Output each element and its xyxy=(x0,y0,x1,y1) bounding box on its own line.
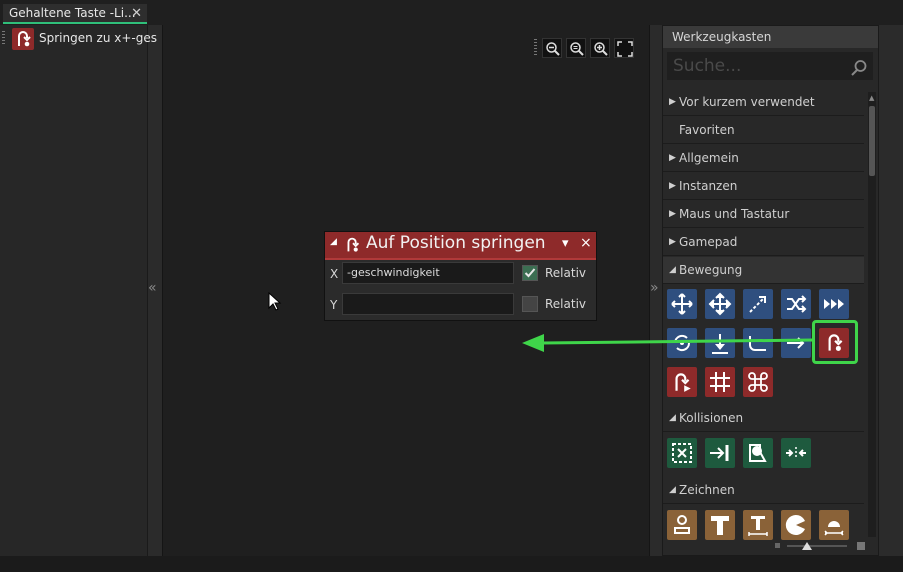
action-title: Auf Position springen xyxy=(366,233,546,253)
drag-grip-icon[interactable] xyxy=(2,31,5,45)
category-label: Gamepad xyxy=(679,235,738,249)
toolbox-panel: Werkzeugkasten Suche... ▶ Vor kurzem verw… xyxy=(662,25,879,556)
collision-icon[interactable] xyxy=(781,438,811,468)
draw-sprite-icon[interactable] xyxy=(819,510,849,540)
jump-to-position-icon xyxy=(343,234,363,260)
collapse-arrow-icon: ◢ xyxy=(669,265,676,275)
collapse-right-icon[interactable]: » xyxy=(650,280,659,296)
jump-to-position-action[interactable]: ◢ Auf Position springen ▾ × X -geschwind… xyxy=(324,231,597,321)
wrap-around-icon[interactable] xyxy=(743,367,773,397)
jump-to-start-icon[interactable] xyxy=(667,367,697,397)
check-collision-icon[interactable] xyxy=(743,438,773,468)
x-field[interactable]: -geschwindigkeit xyxy=(342,262,514,284)
category-label: Kollisionen xyxy=(679,411,744,425)
collapse-triangle-icon[interactable]: ◢ xyxy=(330,237,337,247)
y-relative-label: Relativ xyxy=(545,297,587,311)
category-label: Instanzen xyxy=(679,179,738,193)
zoom-slider[interactable] xyxy=(775,542,867,550)
category-label: Zeichnen xyxy=(679,483,735,497)
category-label: Allgemein xyxy=(679,151,739,165)
category-label: Favoriten xyxy=(679,123,735,137)
collapse-left-icon[interactable]: « xyxy=(148,280,157,296)
move-contact-icon[interactable] xyxy=(705,438,735,468)
category-gamepad[interactable]: ▶ Gamepad xyxy=(663,229,864,256)
tab-close-icon[interactable]: ✕ xyxy=(131,4,142,23)
x-label: X xyxy=(330,267,339,281)
expand-arrow-icon: ▶ xyxy=(669,237,676,247)
tab-event[interactable]: Gehaltene Taste -Li... ✕ xyxy=(3,4,147,24)
draw-pie-icon[interactable] xyxy=(781,510,811,540)
highlight-box xyxy=(812,320,858,364)
collapse-arrow-icon: ◢ xyxy=(669,485,676,495)
category-collisions[interactable]: ◢ Kollisionen xyxy=(663,405,864,432)
tab-bar: Gehaltene Taste -Li... ✕ xyxy=(0,0,903,25)
draw-text-scaled-icon[interactable] xyxy=(743,510,773,540)
snap-to-grid-icon[interactable] xyxy=(705,367,735,397)
path-icon[interactable] xyxy=(781,328,811,358)
move-towards-icon[interactable] xyxy=(743,289,773,319)
bounce-icon[interactable] xyxy=(743,328,773,358)
action-close-icon[interactable]: × xyxy=(580,235,592,251)
toolbar-grip-icon[interactable] xyxy=(534,39,537,55)
y-relative-checkbox[interactable] xyxy=(522,296,538,312)
category-favorites[interactable]: Favoriten xyxy=(663,117,864,144)
action-list-panel: Springen zu x+-ges xyxy=(0,25,157,556)
category-label: Bewegung xyxy=(679,263,743,277)
jump-to-position-icon xyxy=(12,28,34,50)
collapse-arrow-icon: ◢ xyxy=(669,413,676,423)
toolbox-search-input[interactable]: Suche... xyxy=(667,52,873,80)
fullscreen-icon[interactable] xyxy=(614,38,634,58)
category-mouse-keyboard[interactable]: ▶ Maus und Tastatur xyxy=(663,201,864,228)
checkmark-icon xyxy=(524,268,536,278)
expand-arrow-icon: ▶ xyxy=(669,181,676,191)
category-instances[interactable]: ▶ Instanzen xyxy=(663,173,864,200)
category-recent[interactable]: ▶ Vor kurzem verwendet xyxy=(663,89,864,116)
x-relative-checkbox[interactable] xyxy=(522,265,538,281)
check-empty-icon[interactable] xyxy=(667,438,697,468)
expand-arrow-icon: ▶ xyxy=(669,97,676,107)
zoom-reset-icon[interactable] xyxy=(566,38,586,58)
reverse-icon[interactable] xyxy=(667,328,697,358)
category-general[interactable]: ▶ Allgemein xyxy=(663,145,864,172)
status-strip xyxy=(0,556,903,572)
category-movement[interactable]: ◢ Bewegung xyxy=(663,257,864,284)
expand-arrow-icon: ▶ xyxy=(669,209,676,219)
set-speed-icon[interactable] xyxy=(819,289,849,319)
y-field[interactable] xyxy=(342,293,514,315)
slider-handle-icon xyxy=(802,542,812,550)
expand-arrow-icon: ▶ xyxy=(669,153,676,163)
toolbox-scrollbar[interactable]: ▲ xyxy=(868,92,876,537)
action-menu-icon[interactable]: ▾ xyxy=(562,236,569,251)
zoom-out-icon[interactable] xyxy=(542,38,562,58)
x-relative-label: Relativ xyxy=(545,266,587,280)
zoom-in-icon[interactable] xyxy=(590,38,610,58)
search-icon[interactable] xyxy=(850,59,868,81)
category-label: Maus und Tastatur xyxy=(679,207,790,221)
mouse-cursor-icon xyxy=(268,292,282,311)
scroll-up-icon[interactable]: ▲ xyxy=(869,94,874,102)
draw-text-icon[interactable] xyxy=(705,510,735,540)
gravity-icon[interactable] xyxy=(705,328,735,358)
action-header[interactable]: ◢ Auf Position springen ▾ × xyxy=(325,232,596,260)
toolbox-title: Werkzeugkasten xyxy=(663,26,878,48)
tab-label: Gehaltene Taste -Li... xyxy=(9,6,136,20)
random-move-icon[interactable] xyxy=(781,289,811,319)
category-label: Vor kurzem verwendet xyxy=(679,95,815,109)
move-free-icon[interactable] xyxy=(705,289,735,319)
category-draw[interactable]: ◢ Zeichnen xyxy=(663,477,864,504)
y-label: Y xyxy=(330,298,338,312)
draw-self-icon[interactable] xyxy=(667,510,697,540)
move-fixed-icon[interactable] xyxy=(667,289,697,319)
list-item-label: Springen zu x+-ges xyxy=(39,31,157,45)
scrollbar-thumb[interactable] xyxy=(869,106,875,176)
